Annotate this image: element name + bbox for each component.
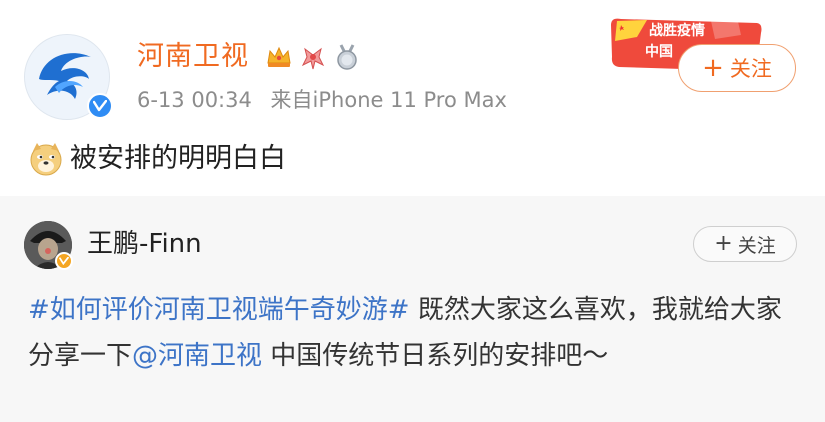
hashtag-link[interactable]: #如何评价河南卫视端午奇妙游# (28, 295, 410, 325)
follow-label: 关注 (729, 57, 772, 81)
medal-icon (337, 44, 357, 70)
repost-content: #如何评价河南卫视端午奇妙游# 既然大家这么喜欢，我就给大家分享一下@河南卫视 … (28, 287, 798, 379)
repost-text-part2: 中国传统节日系列的安排吧～ (262, 341, 609, 371)
plus-icon: + (714, 231, 733, 256)
post-time: 6-13 00:34 (137, 88, 252, 112)
campaign-line2: 中国 (645, 44, 673, 60)
repost-follow-button[interactable]: + 关注 (693, 226, 797, 262)
post-text: 被安排的明明白白 (70, 143, 286, 174)
plus-icon: + (702, 53, 724, 83)
post-username[interactable]: 河南卫视 (137, 40, 249, 74)
verified-icon (87, 93, 113, 119)
doge-emoji-icon (30, 143, 62, 176)
crown-icon (267, 46, 291, 67)
post-source: 来自iPhone 11 Pro Max (270, 88, 507, 112)
verified-icon (55, 252, 73, 270)
post-content: 被安排的明明白白 (28, 141, 286, 177)
campaign-line1: 战胜疫情 (649, 23, 705, 39)
post-meta: 6-13 00:34 来自iPhone 11 Pro Max (137, 86, 507, 114)
ribbon-icon (301, 47, 325, 70)
follow-label: 关注 (737, 234, 776, 257)
follow-button[interactable]: + 关注 (678, 44, 796, 92)
repost-username[interactable]: 王鹏-Finn (87, 227, 202, 261)
user-badges (265, 43, 361, 71)
mention-link[interactable]: @河南卫视 (132, 341, 262, 371)
